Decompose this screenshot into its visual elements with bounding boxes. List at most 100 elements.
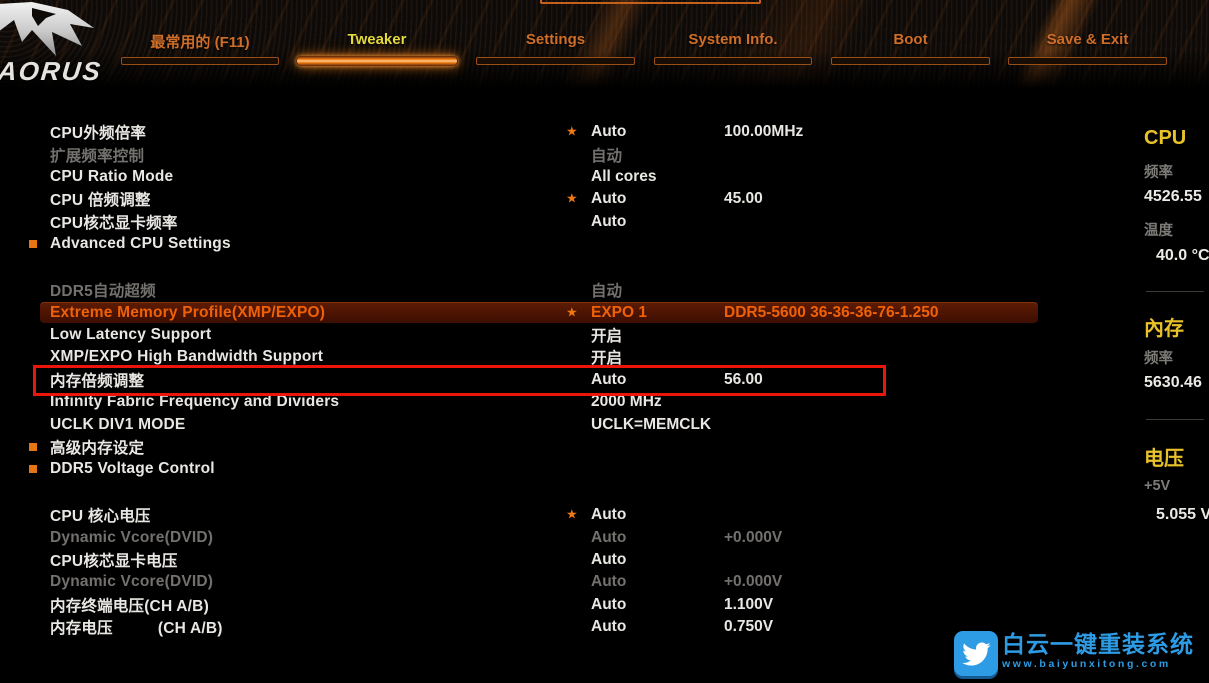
sidebar-memory-freq-value: 5630.46 [1144,374,1202,392]
setting-value: 自动 [591,144,622,166]
setting-label: DDR5 Voltage Control [50,460,215,478]
tab-system-info[interactable]: System Info. [654,0,812,70]
setting-label: CPU核芯显卡电压 [50,549,178,571]
setting-current: 1.100V [724,596,773,614]
sidebar-voltage-title: 电压 [1144,442,1184,471]
setting-label: CPU 核心电压 [50,504,151,526]
tab-underline-active [296,56,458,66]
setting-current: 0.750V [724,618,773,636]
sidebar-divider [1146,291,1204,292]
setting-value: 自动 [591,279,622,301]
tab-label: System Info. [654,31,812,48]
setting-row-cpu-vcore[interactable]: CPU 核心电压 ★ Auto [0,504,1140,526]
setting-current: 45.00 [724,190,763,208]
sidebar-cpu-temp-value: 40.0 °C [1156,247,1209,265]
sidebar-divider [1146,419,1204,420]
tab-underline [831,57,990,65]
setting-row-cpu-bclk[interactable]: CPU外频倍率 ★ Auto 100.00MHz [0,121,1140,143]
setting-row-igpu-freq[interactable]: CPU核芯显卡频率 Auto [0,211,1140,233]
setting-label: Low Latency Support [50,326,211,344]
tab-underline [654,57,812,65]
setting-row-dynamic-vcore-1[interactable]: Dynamic Vcore(DVID) Auto +0.000V [0,526,1140,548]
setting-value: Auto [591,123,626,141]
watermark-text: 白云一键重装系统 www.baiyunxitong.com [1002,631,1194,670]
setting-label: 内存终端电压(CH A/B) [50,594,209,616]
setting-current: +0.000V [724,573,782,591]
tab-label: 最常用的 (F11) [121,31,279,52]
star-icon: ★ [566,304,578,320]
brand-name: AORUS [0,56,104,87]
setting-row-vddq-voltage[interactable]: 内存终端电压(CH A/B) Auto 1.100V [0,594,1140,616]
setting-row-cpu-ratio-mode[interactable]: CPU Ratio Mode All cores [0,166,1140,188]
setting-current: +0.000V [724,529,782,547]
setting-row-advanced-cpu-settings[interactable]: Advanced CPU Settings [0,233,1140,255]
setting-row-uclk-div1-mode[interactable]: UCLK DIV1 MODE UCLK=MEMCLK [0,413,1140,435]
sidebar-cpu-title: CPU [1144,127,1186,150]
tab-favorites[interactable]: 最常用的 (F11) [121,0,279,70]
top-navigation-bar: AORUS 最常用的 (F11) Tweaker Settings System… [0,0,1209,92]
setting-value: Auto [591,596,626,614]
sidebar-cpu-temp-label: 温度 [1144,219,1173,240]
tab-boot[interactable]: Boot [831,0,990,70]
setting-label: CPU核芯显卡频率 [50,211,178,233]
setting-label: CPU外频倍率 [50,121,146,143]
star-icon: ★ [566,507,578,523]
bird-icon [954,631,998,676]
annotation-highlight-box [33,365,886,396]
voltage-section: CPU 核心电压 ★ Auto Dynamic Vcore(DVID) Auto… [0,504,1140,638]
setting-row-ddr5-voltage-control[interactable]: DDR5 Voltage Control [0,458,1140,480]
sidebar-5v-value: 5.055 V [1156,506,1209,524]
setting-label: DDR5自动超频 [50,279,156,301]
setting-value: UCLK=MEMCLK [591,416,711,434]
setting-value: EXPO 1 [591,304,647,322]
setting-label: XMP/EXPO High Bandwidth Support [50,348,323,366]
tab-label: Boot [831,31,990,48]
setting-row-xmp-expo-profile[interactable]: Extreme Memory Profile(XMP/EXPO) ★ EXPO … [0,301,1140,323]
sidebar-memory-title: 內存 [1144,312,1184,341]
sidebar-cpu-freq-value: 4526.55 [1144,188,1202,206]
tab-tweaker[interactable]: Tweaker [296,0,458,70]
setting-row-dynamic-vcore-2[interactable]: Dynamic Vcore(DVID) Auto +0.000V [0,571,1140,593]
setting-label: 扩展频率控制 [50,144,144,166]
sidebar-5v-label: +5V [1144,478,1170,494]
setting-label: CPU 倍频调整 [50,188,151,210]
falcon-icon [0,2,108,60]
setting-row-igpu-voltage[interactable]: CPU核芯显卡电压 Auto [0,549,1140,571]
tab-underline [121,57,279,65]
cpu-frequency-section: CPU外频倍率 ★ Auto 100.00MHz 扩展频率控制 自动 CPU R… [0,121,1140,255]
setting-value: All cores [591,168,656,186]
setting-value: Auto [591,190,626,208]
star-icon: ★ [566,191,578,207]
setting-value: Auto [591,573,626,591]
setting-label: UCLK DIV1 MODE [50,416,185,434]
setting-row-advanced-memory-settings[interactable]: 高级内存设定 [0,436,1140,458]
aorus-logo: AORUS [0,0,122,92]
setting-row-ext-freq-control[interactable]: 扩展频率控制 自动 [0,143,1140,165]
setting-label: Extreme Memory Profile(XMP/EXPO) [50,304,325,322]
setting-value: 开启 [591,324,622,346]
setting-row-low-latency-support[interactable]: Low Latency Support 开启 [0,324,1140,346]
setting-row-ddr5-auto-oc[interactable]: DDR5自动超频 自动 [0,279,1140,301]
watermark: 白云一键重装系统 www.baiyunxitong.com [954,631,1194,676]
setting-label: Dynamic Vcore(DVID) [50,573,213,591]
setting-current: 100.00MHz [724,123,803,141]
setting-label: 高级内存设定 [50,436,144,458]
setting-value: Auto [591,618,626,636]
sidebar-memory-freq-label: 频率 [1144,347,1173,368]
setting-value: Auto [591,551,626,569]
setting-label: Dynamic Vcore(DVID) [50,529,213,547]
tab-label: Tweaker [296,31,458,48]
setting-row-cpu-ratio[interactable]: CPU 倍频调整 ★ Auto 45.00 [0,188,1140,210]
tab-label: Settings [476,31,635,48]
setting-value: Auto [591,506,626,524]
watermark-title: 白云一键重装系统 [1002,631,1194,657]
bios-screen: AORUS 最常用的 (F11) Tweaker Settings System… [0,0,1209,683]
setting-label: CPU Ratio Mode [50,168,173,186]
tab-settings[interactable]: Settings [476,0,635,70]
setting-current: DDR5-5600 36-36-36-76-1.250 [724,304,939,322]
sidebar-cpu-freq-label: 频率 [1144,161,1173,182]
hardware-monitor-sidebar: CPU 频率 4526.55 温度 40.0 °C 內存 频率 5630.46 … [1144,0,1209,683]
star-icon: ★ [566,124,578,140]
watermark-url: www.baiyunxitong.com [1002,658,1194,670]
setting-label: 内存电压 (CH A/B) [50,616,223,638]
